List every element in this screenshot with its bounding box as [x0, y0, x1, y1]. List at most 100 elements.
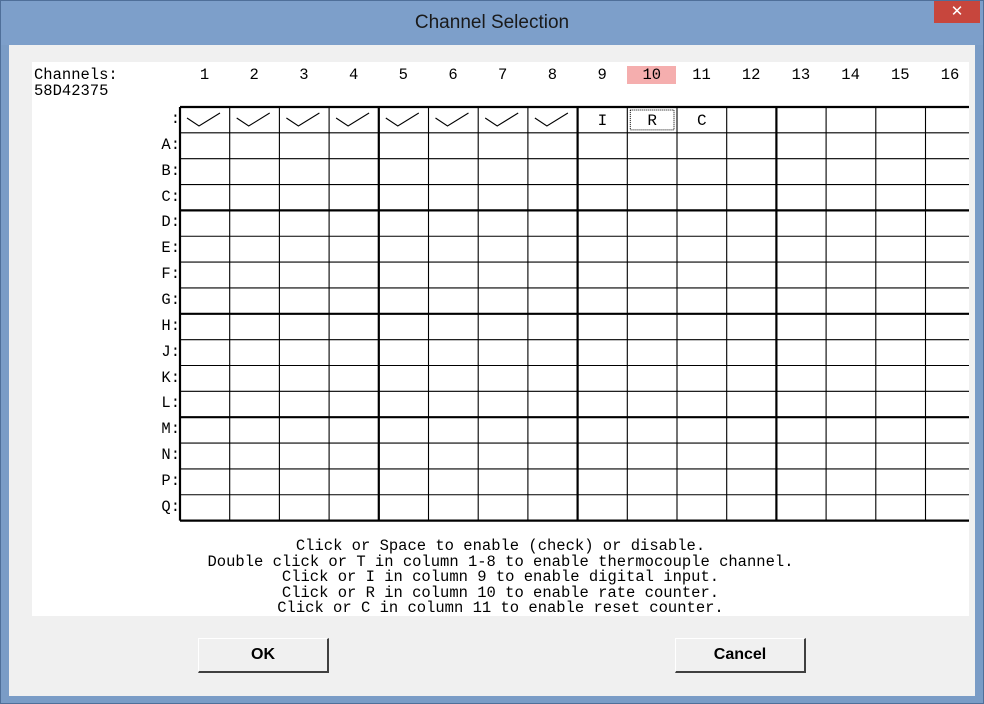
grid-cell-d-6[interactable] — [429, 210, 479, 236]
grid-cell-l-16[interactable] — [926, 391, 970, 417]
grid-cell-c-9[interactable] — [578, 185, 628, 211]
grid-cell-n-5[interactable] — [379, 443, 429, 469]
grid-cell-c-11[interactable] — [677, 185, 727, 211]
grid-cell-h-4[interactable] — [329, 314, 379, 340]
grid-cell-b-15[interactable] — [876, 159, 926, 185]
grid-cell-e-6[interactable] — [429, 236, 479, 262]
grid-cell-q-3[interactable] — [279, 495, 329, 521]
title-bar[interactable]: Channel Selection ✕ — [1, 1, 983, 45]
grid-cell-g-1[interactable] — [180, 288, 230, 314]
grid-cell-p-16[interactable] — [926, 469, 970, 495]
grid-cell-m-16[interactable] — [926, 417, 970, 443]
grid-cell-d-5[interactable] — [379, 210, 429, 236]
grid-cell-g-5[interactable] — [379, 288, 429, 314]
grid-cell-d-10[interactable] — [627, 210, 677, 236]
device-cell-15[interactable] — [876, 107, 926, 133]
grid-cell-e-7[interactable] — [478, 236, 528, 262]
grid-cell-k-13[interactable] — [776, 366, 826, 392]
close-button[interactable]: ✕ — [934, 1, 980, 23]
grid-cell-n-12[interactable] — [727, 443, 777, 469]
grid-cell-f-8[interactable] — [528, 262, 578, 288]
grid-cell-c-16[interactable] — [926, 185, 970, 211]
grid-cell-c-12[interactable] — [727, 185, 777, 211]
grid-cell-c-7[interactable] — [478, 185, 528, 211]
device-cell-16[interactable] — [926, 107, 970, 133]
grid-cell-h-5[interactable] — [379, 314, 429, 340]
grid-cell-l-12[interactable] — [727, 391, 777, 417]
grid-cell-q-5[interactable] — [379, 495, 429, 521]
grid-cell-h-14[interactable] — [826, 314, 876, 340]
grid-cell-d-16[interactable] — [926, 210, 970, 236]
grid-cell-m-1[interactable] — [180, 417, 230, 443]
grid-cell-k-6[interactable] — [429, 366, 479, 392]
grid-cell-f-2[interactable] — [230, 262, 280, 288]
grid-cell-f-12[interactable] — [727, 262, 777, 288]
grid-cell-f-14[interactable] — [826, 262, 876, 288]
grid-cell-h-7[interactable] — [478, 314, 528, 340]
grid-cell-l-1[interactable] — [180, 391, 230, 417]
grid-cell-a-2[interactable] — [230, 133, 280, 159]
grid-cell-e-11[interactable] — [677, 236, 727, 262]
grid-cell-a-5[interactable] — [379, 133, 429, 159]
grid-cell-h-6[interactable] — [429, 314, 479, 340]
device-cell-4[interactable] — [329, 107, 379, 133]
grid-cell-a-8[interactable] — [528, 133, 578, 159]
grid-cell-e-10[interactable] — [627, 236, 677, 262]
grid-cell-k-12[interactable] — [727, 366, 777, 392]
grid-cell-b-12[interactable] — [727, 159, 777, 185]
grid-cell-m-13[interactable] — [776, 417, 826, 443]
grid-cell-d-14[interactable] — [826, 210, 876, 236]
grid-cell-h-13[interactable] — [776, 314, 826, 340]
grid-cell-g-2[interactable] — [230, 288, 280, 314]
grid-cell-k-8[interactable] — [528, 366, 578, 392]
grid-cell-c-3[interactable] — [279, 185, 329, 211]
grid-cell-n-11[interactable] — [677, 443, 727, 469]
grid-cell-h-11[interactable] — [677, 314, 727, 340]
grid-cell-q-6[interactable] — [429, 495, 479, 521]
grid-cell-k-7[interactable] — [478, 366, 528, 392]
grid-cell-g-15[interactable] — [876, 288, 926, 314]
grid-cell-c-5[interactable] — [379, 185, 429, 211]
grid-cell-f-6[interactable] — [429, 262, 479, 288]
grid-cell-h-2[interactable] — [230, 314, 280, 340]
grid-cell-p-5[interactable] — [379, 469, 429, 495]
grid-cell-k-3[interactable] — [279, 366, 329, 392]
grid-cell-k-5[interactable] — [379, 366, 429, 392]
grid-cell-e-16[interactable] — [926, 236, 970, 262]
grid-cell-j-15[interactable] — [876, 340, 926, 366]
grid-cell-m-10[interactable] — [627, 417, 677, 443]
grid-cell-d-12[interactable] — [727, 210, 777, 236]
grid-cell-g-10[interactable] — [627, 288, 677, 314]
grid-cell-n-6[interactable] — [429, 443, 479, 469]
grid-cell-m-2[interactable] — [230, 417, 280, 443]
grid-cell-d-15[interactable] — [876, 210, 926, 236]
grid-cell-b-6[interactable] — [429, 159, 479, 185]
grid-cell-m-14[interactable] — [826, 417, 876, 443]
grid-cell-l-8[interactable] — [528, 391, 578, 417]
device-cell-12[interactable] — [727, 107, 777, 133]
grid-cell-a-16[interactable] — [926, 133, 970, 159]
grid-cell-q-11[interactable] — [677, 495, 727, 521]
grid-cell-l-10[interactable] — [627, 391, 677, 417]
grid-cell-g-3[interactable] — [279, 288, 329, 314]
grid-cell-a-1[interactable] — [180, 133, 230, 159]
grid-cell-d-2[interactable] — [230, 210, 280, 236]
grid-cell-l-2[interactable] — [230, 391, 280, 417]
grid-cell-m-11[interactable] — [677, 417, 727, 443]
grid-cell-e-2[interactable] — [230, 236, 280, 262]
grid-cell-a-12[interactable] — [727, 133, 777, 159]
grid-cell-k-1[interactable] — [180, 366, 230, 392]
device-cell-2[interactable] — [230, 107, 280, 133]
grid-cell-q-10[interactable] — [627, 495, 677, 521]
grid-cell-f-5[interactable] — [379, 262, 429, 288]
grid-cell-m-7[interactable] — [478, 417, 528, 443]
grid-cell-q-15[interactable] — [876, 495, 926, 521]
grid-cell-e-9[interactable] — [578, 236, 628, 262]
device-cell-7[interactable] — [478, 107, 528, 133]
grid-cell-b-13[interactable] — [776, 159, 826, 185]
grid-cell-k-9[interactable] — [578, 366, 628, 392]
grid-cell-g-8[interactable] — [528, 288, 578, 314]
grid-cell-l-9[interactable] — [578, 391, 628, 417]
grid-cell-a-3[interactable] — [279, 133, 329, 159]
grid-cell-q-8[interactable] — [528, 495, 578, 521]
